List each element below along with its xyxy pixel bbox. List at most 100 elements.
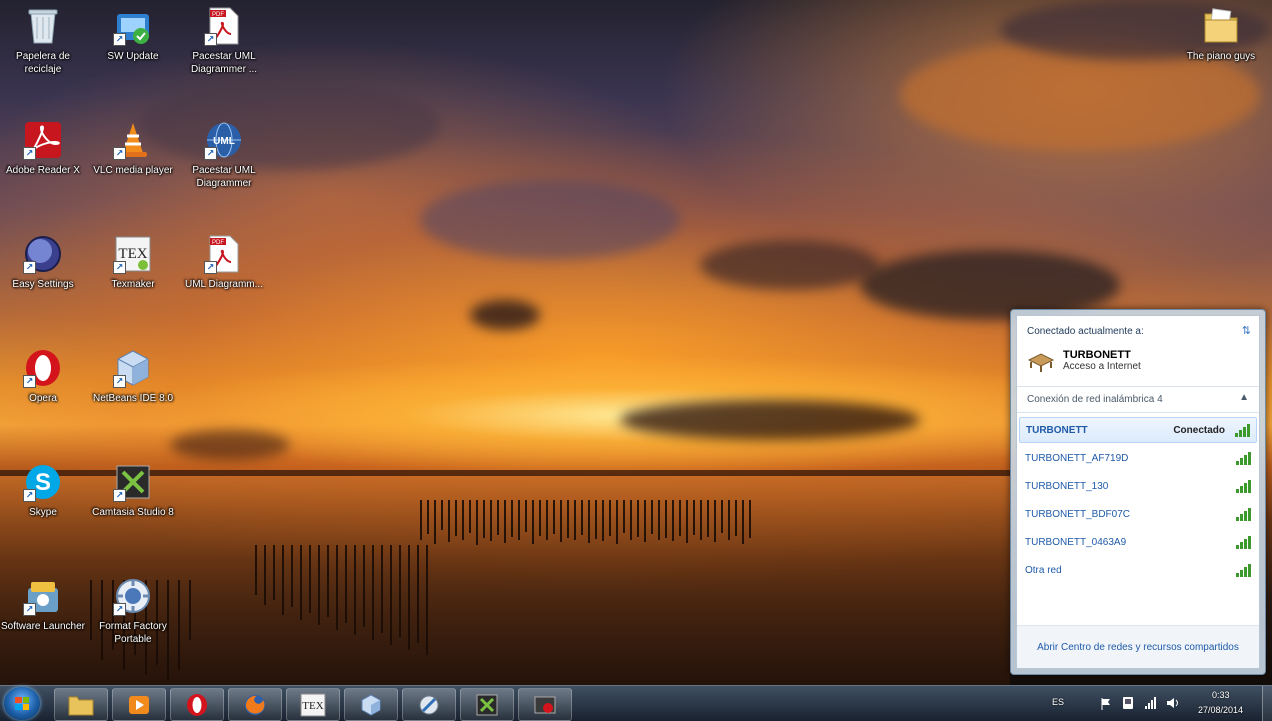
network-name: Otra red <box>1025 564 1062 576</box>
network-item-turbonett-130[interactable]: TURBONETT_130 <box>1019 473 1257 499</box>
network-item-turbonett-af719d[interactable]: TURBONETT_AF719D <box>1019 445 1257 471</box>
taskbar-firefox[interactable] <box>228 688 282 721</box>
desktop-icon-recycle-bin[interactable]: Papelera de reciclaje <box>0 6 86 76</box>
network-item-turbonett-0463a9[interactable]: TURBONETT_0463A9 <box>1019 529 1257 555</box>
taskbar-texmaker[interactable]: TEX <box>286 688 340 721</box>
icon-label: NetBeans IDE 8.0 <box>92 393 174 404</box>
desktop-icon-piano-guys-folder[interactable]: The piano guys <box>1178 6 1264 63</box>
desktop-icon-adobe-reader[interactable]: ↗ Adobe Reader X <box>0 120 86 177</box>
sw-update-icon: ↗ <box>113 6 153 46</box>
network-center-link[interactable]: Abrir Centro de redes y recursos compart… <box>1037 642 1239 653</box>
icon-label: SW Update <box>107 51 159 62</box>
tools-icon <box>419 695 439 714</box>
taskbar-opera[interactable] <box>170 688 224 721</box>
icon-label: Camtasia Studio 8 <box>92 507 174 518</box>
taskbar-camtasia[interactable] <box>460 688 514 721</box>
signal-strength-icon <box>1236 479 1251 493</box>
desktop-icon-opera[interactable]: ↗ Opera <box>0 348 86 405</box>
desktop-icon-pacestar-pdf[interactable]: PDF ↗ Pacestar UML Diagrammer ... <box>181 6 267 76</box>
taskbar-settings-tool[interactable] <box>402 688 456 721</box>
opera-icon <box>187 693 207 716</box>
desktop-icon-skype[interactable]: S ↗ Skype <box>0 462 86 519</box>
wifi-signal-icon[interactable] <box>1144 696 1158 710</box>
icon-label: Opera <box>29 393 57 404</box>
shortcut-arrow-icon: ↗ <box>204 261 217 274</box>
icon-label: Pacestar UML Diagrammer ... <box>190 51 258 75</box>
software-launcher-icon: ↗ <box>23 576 63 616</box>
tex-glyph: TEX <box>302 700 323 712</box>
desktop-icon-format-factory[interactable]: ↗ Format Factory Portable <box>90 576 176 646</box>
show-desktop-button[interactable] <box>1262 686 1272 721</box>
desktop-icon-pacestar-uml[interactable]: UML ↗ Pacestar UML Diagrammer <box>181 120 267 190</box>
network-name: TURBONETT_BDF07C <box>1025 508 1131 520</box>
network-name: TURBONETT <box>1026 424 1088 436</box>
divider <box>1017 412 1259 413</box>
easy-settings-icon: ↗ <box>23 234 63 274</box>
network-name: TURBONETT_130 <box>1025 480 1109 492</box>
media-player-icon <box>129 695 149 714</box>
shortcut-arrow-icon: ↗ <box>113 375 126 388</box>
recycle-bin-icon <box>23 6 63 46</box>
clock-time[interactable]: 0:33 <box>1212 690 1230 700</box>
clock-date[interactable]: 27/08/2014 <box>1198 705 1243 715</box>
action-center-flag-icon[interactable] <box>1100 697 1112 711</box>
wifi-networks-popup: Conectado actualmente a: ⇅ TURBONETT Acc… <box>1010 309 1266 675</box>
network-name: TURBONETT_0463A9 <box>1025 536 1127 548</box>
icon-label: Format Factory Portable <box>99 621 167 645</box>
desktop-icon-texmaker[interactable]: TEX ↗ Texmaker <box>90 234 176 291</box>
signal-strength-icon <box>1236 535 1251 549</box>
start-button[interactable] <box>4 687 40 720</box>
wireless-section-title: Conexión de red inalámbrica 4 <box>1027 394 1163 405</box>
signal-strength-icon <box>1236 507 1251 521</box>
desktop-icon-software-launcher[interactable]: ↗ Software Launcher <box>0 576 86 633</box>
collapse-chevron-icon[interactable]: ▲ <box>1239 392 1249 403</box>
pdf-badge-text: PDF <box>212 240 224 246</box>
netbeans-cube-icon <box>361 693 381 716</box>
desktop-icon-camtasia[interactable]: ↗ Camtasia Studio 8 <box>90 462 176 519</box>
pdf-badge-text: PDF <box>212 12 224 18</box>
pdf-document-icon: PDF ↗ <box>204 6 244 46</box>
taskbar-netbeans[interactable] <box>344 688 398 721</box>
format-factory-icon: ↗ <box>113 576 153 616</box>
device-icon[interactable] <box>1122 696 1134 710</box>
icon-label: Skype <box>29 507 57 518</box>
pdf-document-icon: PDF ↗ <box>204 234 244 274</box>
network-item-turbonett-bdf07c[interactable]: TURBONETT_BDF07C <box>1019 501 1257 527</box>
desktop-icon-sw-update[interactable]: ↗ SW Update <box>90 6 176 63</box>
adobe-reader-icon: ↗ <box>23 120 63 160</box>
volume-icon[interactable] <box>1166 696 1180 710</box>
desktop-icon-netbeans[interactable]: ↗ NetBeans IDE 8.0 <box>90 348 176 405</box>
taskbar-explorer[interactable] <box>54 688 108 721</box>
shortcut-arrow-icon: ↗ <box>23 261 36 274</box>
firefox-icon <box>245 694 265 715</box>
vlc-cone-icon: ↗ <box>113 120 153 160</box>
shortcut-arrow-icon: ↗ <box>113 261 126 274</box>
taskbar-camtasia-recorder[interactable] <box>518 688 572 721</box>
desktop-icon-uml-diagramm[interactable]: PDF ↗ UML Diagramm... <box>181 234 267 291</box>
shortcut-arrow-icon: ↗ <box>204 33 217 46</box>
taskbar-media-player[interactable] <box>112 688 166 721</box>
wifi-popup-panel: Conectado actualmente a: ⇅ TURBONETT Acc… <box>1016 315 1260 669</box>
signal-strength-icon <box>1236 451 1251 465</box>
shortcut-arrow-icon: ↗ <box>23 489 36 502</box>
current-network-status: Acceso a Internet <box>1063 361 1141 372</box>
svg-text:S: S <box>35 469 51 496</box>
refresh-icon[interactable]: ⇅ <box>1242 324 1251 337</box>
icon-label: Texmaker <box>111 279 155 290</box>
folder-icon <box>68 696 94 715</box>
icon-label: Papelera de reciclaje <box>16 51 70 75</box>
network-item-other[interactable]: Otra red <box>1019 557 1257 583</box>
desktop-icon-vlc[interactable]: ↗ VLC media player <box>90 120 176 177</box>
shortcut-arrow-icon: ↗ <box>113 489 126 502</box>
signal-strength-icon <box>1236 563 1251 577</box>
camtasia-icon: ↗ <box>113 462 153 502</box>
language-indicator[interactable]: ES <box>1052 697 1064 707</box>
skype-icon: S ↗ <box>23 462 63 502</box>
uml-globe-icon: UML ↗ <box>204 120 244 160</box>
desktop-icon-easy-settings[interactable]: ↗ Easy Settings <box>0 234 86 291</box>
shortcut-arrow-icon: ↗ <box>23 375 36 388</box>
folder-icon <box>1201 6 1241 46</box>
network-item-turbonett[interactable]: TURBONETT Conectado <box>1019 417 1257 443</box>
taskbar: TEX ES 0:33 27/08/2014 <box>0 685 1272 721</box>
shortcut-arrow-icon: ↗ <box>113 603 126 616</box>
